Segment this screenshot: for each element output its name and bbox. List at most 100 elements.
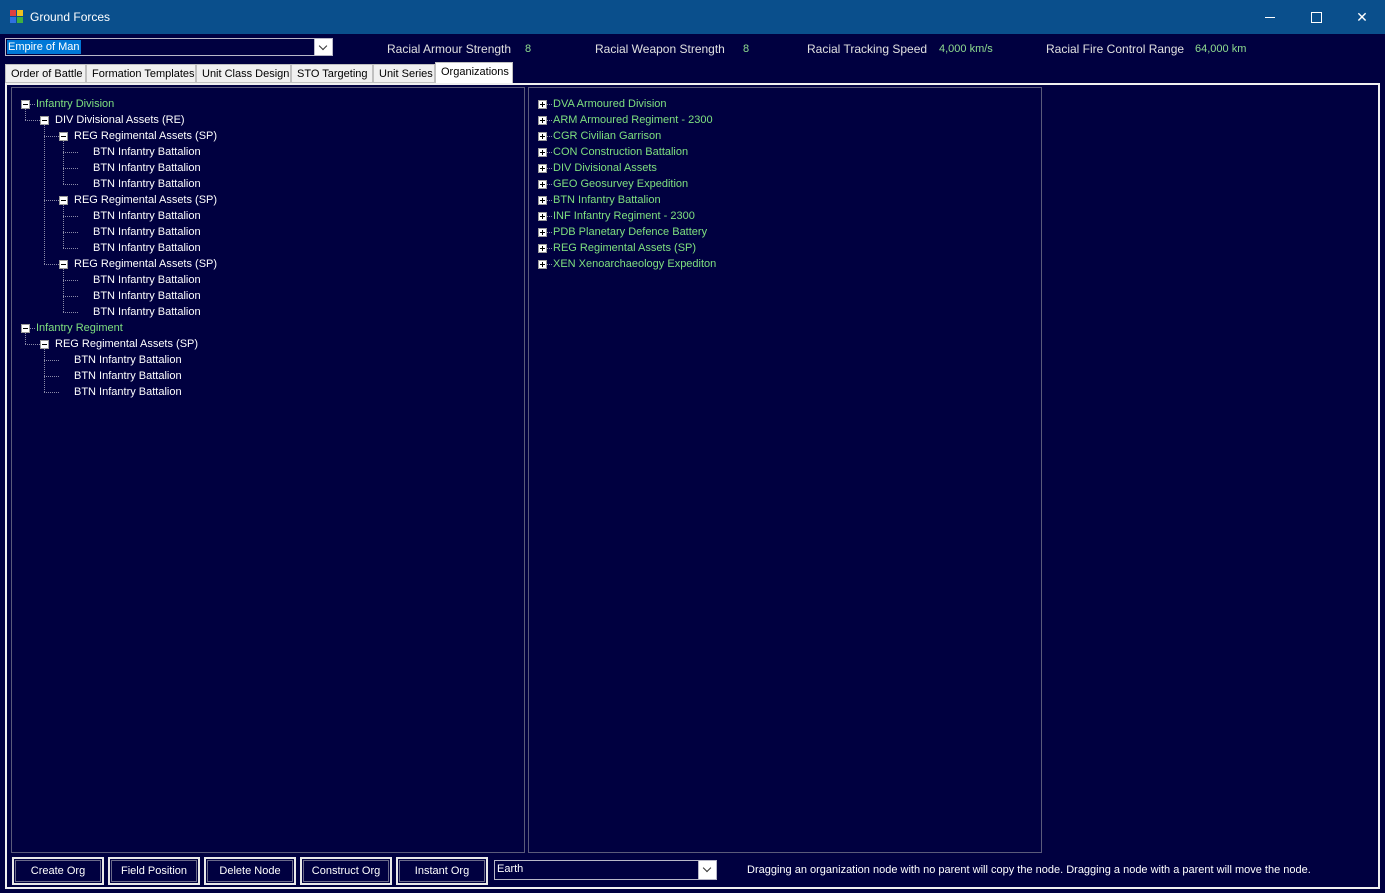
- close-icon: ✕: [1356, 8, 1368, 25]
- expand-plus-icon[interactable]: [538, 132, 547, 141]
- collapse-minus-icon[interactable]: [21, 100, 30, 109]
- tree-connector-line: [25, 109, 26, 120]
- expand-plus-icon[interactable]: [538, 228, 547, 237]
- stat-value-armour: 8: [525, 43, 532, 55]
- tree-node[interactable]: PDB Planetary Defence Battery: [553, 224, 707, 240]
- expand-plus-icon[interactable]: [538, 116, 547, 125]
- tree-node[interactable]: REG Regimental Assets (SP): [55, 336, 198, 352]
- tree-node[interactable]: BTN Infantry Battalion: [93, 224, 201, 240]
- tree-connector-line: [44, 264, 59, 265]
- tab-organizations[interactable]: Organizations: [435, 62, 513, 84]
- delete-node-button[interactable]: Delete Node: [204, 857, 296, 885]
- stat-label-weapon: Racial Weapon Strength: [595, 42, 725, 56]
- tree-node[interactable]: Infantry Division: [36, 96, 114, 112]
- organization-templates-tree[interactable]: DVA Armoured Division ARM Armoured Regime…: [528, 87, 1042, 853]
- app-icon: [10, 10, 24, 24]
- tree-node[interactable]: BTN Infantry Battalion: [93, 240, 201, 256]
- tree-node[interactable]: Infantry Regiment: [36, 320, 123, 336]
- collapse-minus-icon[interactable]: [40, 340, 49, 349]
- tree-connector-line: [63, 205, 64, 248]
- tree-connector-line: [63, 269, 64, 312]
- tree-node[interactable]: BTN Infantry Battalion: [93, 208, 201, 224]
- stat-label-tracking: Racial Tracking Speed: [807, 42, 928, 56]
- tree-node[interactable]: XEN Xenoarchaeology Expediton: [553, 256, 716, 272]
- tree-connector-line: [63, 152, 78, 153]
- stat-label-fire-control: Racial Fire Control Range: [1046, 42, 1185, 56]
- drag-hint-text: Dragging an organization node with no pa…: [747, 864, 1311, 876]
- tree-connector-line: [63, 141, 64, 184]
- tree-node[interactable]: BTN Infantry Battalion: [93, 144, 201, 160]
- tree-node[interactable]: BTN Infantry Battalion: [93, 304, 201, 320]
- stat-label-armour: Racial Armour Strength: [387, 42, 512, 56]
- tree-node[interactable]: REG Regimental Assets (SP): [74, 192, 217, 208]
- tree-node[interactable]: DIV Divisional Assets: [553, 160, 657, 176]
- expand-plus-icon[interactable]: [538, 196, 547, 205]
- expand-plus-icon[interactable]: [538, 244, 547, 253]
- collapse-minus-icon[interactable]: [21, 324, 30, 333]
- tree-connector-line: [63, 168, 78, 169]
- collapse-minus-icon[interactable]: [59, 132, 68, 141]
- construct-org-button[interactable]: Construct Org: [300, 857, 392, 885]
- collapse-minus-icon[interactable]: [59, 196, 68, 205]
- minimize-icon: [1265, 16, 1275, 18]
- tree-node[interactable]: ARM Armoured Regiment - 2300: [553, 112, 713, 128]
- tree-connector-line: [44, 376, 59, 377]
- tree-node[interactable]: INF Infantry Regiment - 2300: [553, 208, 695, 224]
- tree-node[interactable]: CGR Civilian Garrison: [553, 128, 661, 144]
- tab-unit-class-design[interactable]: Unit Class Design: [196, 64, 291, 83]
- location-select-value: Earth: [497, 863, 524, 875]
- tree-connector-line: [63, 216, 78, 217]
- expand-plus-icon[interactable]: [538, 180, 547, 189]
- tree-node[interactable]: BTN Infantry Battalion: [74, 368, 182, 384]
- tree-connector-line: [44, 200, 59, 201]
- tab-sto-targeting[interactable]: STO Targeting: [291, 64, 373, 83]
- expand-plus-icon[interactable]: [538, 148, 547, 157]
- create-org-button[interactable]: Create Org: [12, 857, 104, 885]
- expand-plus-icon[interactable]: [538, 100, 547, 109]
- tree-node[interactable]: GEO Geosurvey Expedition: [553, 176, 688, 192]
- tab-order-of-battle[interactable]: Order of Battle: [5, 64, 86, 83]
- tree-node[interactable]: CON Construction Battalion: [553, 144, 688, 160]
- tree-node[interactable]: DIV Divisional Assets (RE): [55, 112, 185, 128]
- chevron-down-icon: [698, 861, 716, 879]
- tree-node[interactable]: REG Regimental Assets (SP): [74, 128, 217, 144]
- expand-plus-icon[interactable]: [538, 164, 547, 173]
- instant-org-button[interactable]: Instant Org: [396, 857, 488, 885]
- title-bar[interactable]: Ground Forces ✕: [0, 0, 1385, 34]
- collapse-minus-icon[interactable]: [40, 116, 49, 125]
- window-title: Ground Forces: [30, 10, 111, 24]
- field-position-button[interactable]: Field Position: [108, 857, 200, 885]
- tree-connector-line: [44, 392, 59, 393]
- race-select[interactable]: Empire of Man: [5, 38, 333, 56]
- tab-formation-templates[interactable]: Formation Templates: [86, 64, 196, 83]
- race-select-value: Empire of Man: [7, 40, 81, 54]
- tree-node[interactable]: BTN Infantry Battalion: [553, 192, 661, 208]
- tree-connector-line: [63, 296, 78, 297]
- tree-connector-line: [44, 349, 45, 392]
- tree-node[interactable]: REG Regimental Assets (SP): [553, 240, 696, 256]
- tree-node[interactable]: BTN Infantry Battalion: [93, 176, 201, 192]
- stat-value-weapon: 8: [743, 43, 750, 55]
- maximize-button[interactable]: [1293, 0, 1339, 34]
- expand-plus-icon[interactable]: [538, 260, 547, 269]
- tree-node[interactable]: BTN Infantry Battalion: [93, 272, 201, 288]
- organizations-tree[interactable]: Infantry Division DIV Divisional Assets (…: [11, 87, 525, 853]
- tree-node[interactable]: BTN Infantry Battalion: [93, 160, 201, 176]
- tree-node[interactable]: BTN Infantry Battalion: [74, 384, 182, 400]
- tree-connector-line: [63, 232, 78, 233]
- collapse-minus-icon[interactable]: [59, 260, 68, 269]
- expand-plus-icon[interactable]: [538, 212, 547, 221]
- tree-node[interactable]: BTN Infantry Battalion: [93, 288, 201, 304]
- close-button[interactable]: ✕: [1339, 0, 1385, 34]
- minimize-button[interactable]: [1247, 0, 1293, 34]
- tree-connector-line: [44, 125, 45, 264]
- tree-node[interactable]: BTN Infantry Battalion: [74, 352, 182, 368]
- tree-connector-line: [25, 344, 40, 345]
- tab-unit-series[interactable]: Unit Series: [373, 64, 435, 83]
- location-select[interactable]: Earth: [494, 860, 717, 880]
- tree-node[interactable]: REG Regimental Assets (SP): [74, 256, 217, 272]
- tree-connector-line: [25, 120, 40, 121]
- tree-connector-line: [44, 136, 59, 137]
- tree-connector-line: [25, 333, 26, 344]
- tree-node[interactable]: DVA Armoured Division: [553, 96, 667, 112]
